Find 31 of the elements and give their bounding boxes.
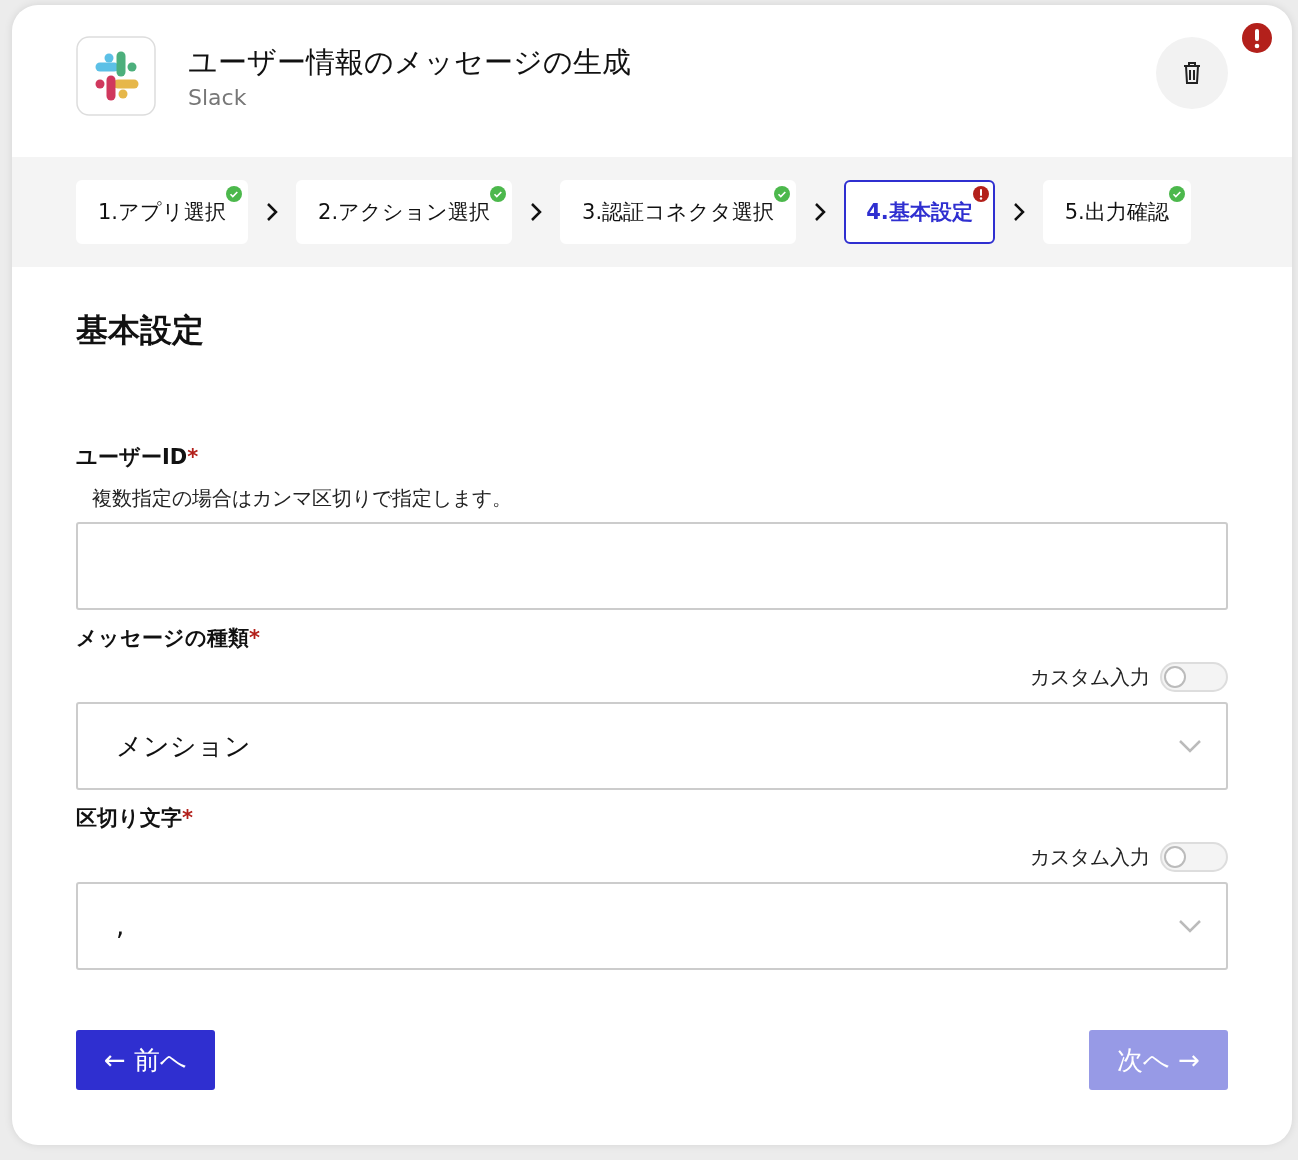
step-tab[interactable]: 4.基本設定	[844, 180, 995, 244]
step-tab[interactable]: 1.アプリ選択	[76, 180, 249, 244]
required-mark: *	[182, 806, 193, 830]
field-label: メッセージの種類	[76, 626, 249, 650]
app-logo-icon	[76, 36, 156, 116]
field-label: ユーザーID	[76, 445, 188, 469]
app-name: Slack	[188, 84, 248, 110]
required-mark: *	[187, 445, 199, 469]
toggle-switch[interactable]	[1160, 842, 1228, 872]
chevron-down-icon	[1178, 739, 1202, 753]
toggle-label: カスタム入力	[1030, 843, 1150, 871]
step-tab[interactable]: 3.認証コネクタ選択	[560, 180, 797, 244]
section-title: 基本設定	[76, 310, 205, 351]
chevron-right-icon	[266, 202, 279, 222]
input-field[interactable]	[76, 522, 1228, 610]
step-tab[interactable]: 5.出力確認	[1042, 180, 1191, 244]
trash-icon	[1181, 61, 1203, 85]
required-mark: *	[249, 626, 260, 650]
chevron-down-icon	[1178, 919, 1202, 933]
toggle-switch[interactable]	[1160, 662, 1228, 692]
page-title: ユーザー情報のメッセージの生成	[188, 43, 632, 81]
select-field[interactable]: メンション	[76, 702, 1228, 790]
back-button[interactable]: ← 前へ	[76, 1030, 216, 1090]
toggle-label: カスタム入力	[1030, 663, 1150, 691]
field-hint: 複数指定の場合はカンマ区切りで指定します。	[92, 485, 513, 512]
chevron-right-icon	[530, 202, 543, 222]
chevron-right-icon	[1012, 202, 1025, 222]
field-label: 区切り文字	[76, 806, 182, 830]
step-tab[interactable]: 2.アクション選択	[296, 180, 513, 244]
chevron-right-icon	[814, 202, 827, 222]
select-field[interactable]: ,	[76, 882, 1228, 970]
